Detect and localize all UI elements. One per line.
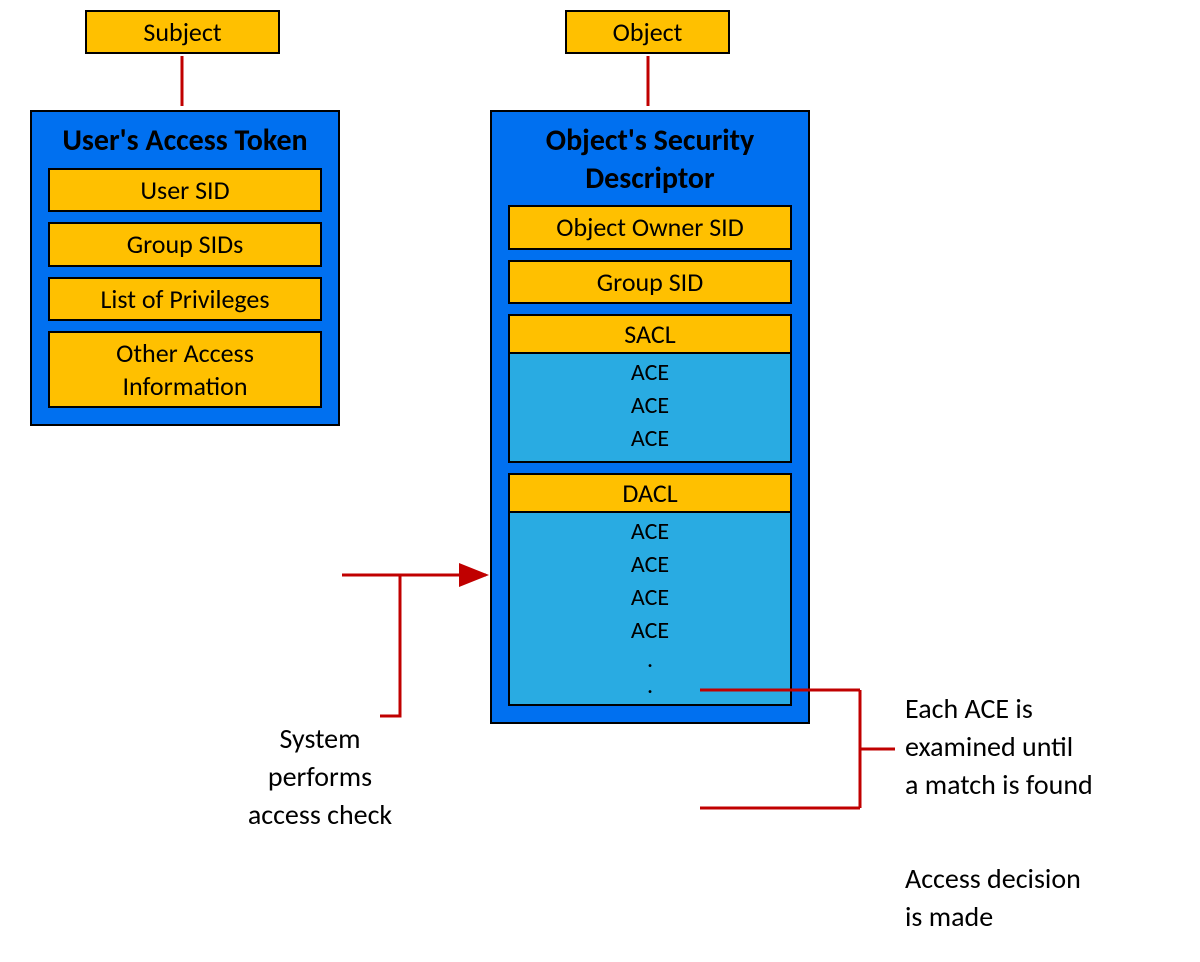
object-box: Object xyxy=(565,10,730,54)
token-item-user-sid: User SID xyxy=(48,168,322,213)
access-token-panel: User's Access Token User SID Group SIDs … xyxy=(30,110,340,426)
sacl-ace: ACE xyxy=(510,356,790,389)
sacl-ace-list: ACE ACE ACE xyxy=(510,354,790,461)
dacl-block: DACL ACE ACE ACE ACE . . xyxy=(508,473,792,706)
dacl-ace: ACE xyxy=(510,581,790,614)
object-label: Object xyxy=(613,16,683,48)
token-item-other: Other Access Information xyxy=(48,331,322,408)
sd-owner-sid: Object Owner SID xyxy=(508,205,792,250)
caption-decision: Access decisionis made xyxy=(905,860,1195,936)
subject-box: Subject xyxy=(85,10,280,54)
dacl-ellipsis: . xyxy=(510,647,790,673)
dacl-header: DACL xyxy=(510,475,790,513)
security-descriptor-title: Object's Security Descriptor xyxy=(508,122,792,197)
sacl-header: SACL xyxy=(510,316,790,354)
token-item-privileges: List of Privileges xyxy=(48,277,322,322)
security-descriptor-panel: Object's Security Descriptor Object Owne… xyxy=(490,110,810,724)
dacl-ace: ACE xyxy=(510,614,790,647)
token-item-group-sids: Group SIDs xyxy=(48,222,322,267)
dacl-ace: ACE xyxy=(510,515,790,548)
dacl-ellipsis: . xyxy=(510,673,790,699)
sacl-ace: ACE xyxy=(510,389,790,422)
dacl-ace: ACE xyxy=(510,548,790,581)
subject-label: Subject xyxy=(143,16,221,48)
sd-group-sid: Group SID xyxy=(508,260,792,305)
sacl-block: SACL ACE ACE ACE xyxy=(508,314,792,463)
dacl-ace-list: ACE ACE ACE ACE . . xyxy=(510,513,790,704)
caption-each-ace: Each ACE isexamined untila match is foun… xyxy=(905,690,1195,803)
access-token-title: User's Access Token xyxy=(48,122,322,160)
caption-system-check: Systemperformsaccess check xyxy=(220,720,420,833)
sacl-ace: ACE xyxy=(510,422,790,455)
